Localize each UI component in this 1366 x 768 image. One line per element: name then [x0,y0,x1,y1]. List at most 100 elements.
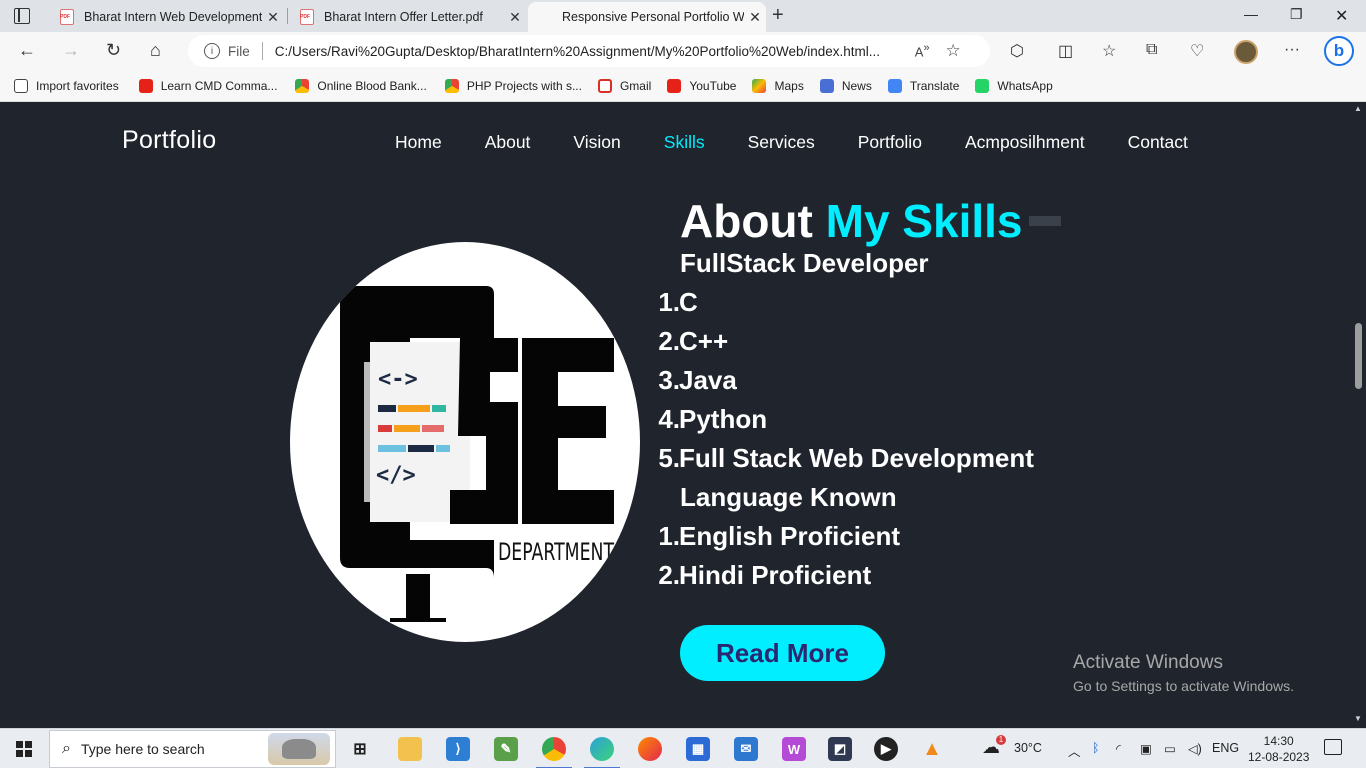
nav-services[interactable]: Services [748,132,815,153]
read-more-button[interactable]: Read More [680,625,885,681]
volume-icon[interactable]: ◁) [1188,741,1202,756]
firefox-icon[interactable] [638,737,662,761]
close-window-icon[interactable]: ✕ [1335,6,1348,26]
address-bar[interactable]: i File C:/Users/Ravi%20Gupta/Desktop/Bha… [188,35,990,67]
drive-icon [295,78,310,93]
page-scrollbar[interactable] [1352,102,1366,728]
collections-icon[interactable]: ⧉ [1146,41,1157,59]
clock-date: 12-08-2023 [1248,750,1310,764]
nav-skills[interactable]: Skills [664,132,705,153]
site-logo[interactable]: Portfolio [122,126,216,155]
split-screen-icon[interactable]: ◫ [1058,41,1073,61]
url-text[interactable]: C:/Users/Ravi%20Gupta/Desktop/BharatInte… [275,44,907,59]
profile-avatar[interactable] [1234,40,1258,64]
nav-vision[interactable]: Vision [573,132,620,153]
scroll-down-icon[interactable]: ▼ [1354,714,1362,723]
favorite-import[interactable]: Import favorites [14,78,119,93]
favorite-label: Translate [909,78,960,93]
code-bottom-text: </> [376,463,416,488]
favorite-whatsapp[interactable]: WhatsApp [975,78,1053,93]
file-explorer-icon[interactable] [398,737,422,761]
favorite-learn-cmd[interactable]: Learn CMD Comma... [138,78,278,93]
favorites-icon[interactable]: ☆ [1102,41,1116,61]
home-icon[interactable]: ⌂ [150,40,161,61]
system-clock[interactable]: 14:30 12-08-2023 [1248,733,1309,765]
forward-icon[interactable]: → [62,40,80,61]
favorite-gmail[interactable]: Gmail [597,78,651,93]
close-icon[interactable]: ✕ [262,9,284,26]
store-icon[interactable]: ▦ [686,737,710,761]
list-number: 3. [658,365,680,395]
extensions-icon[interactable]: ⬡ [1010,41,1024,61]
nav-home[interactable]: Home [395,132,442,153]
clock-time: 14:30 [1263,734,1294,748]
tab-actions-icon[interactable] [14,8,30,24]
notifications-icon[interactable] [1324,739,1342,755]
heading-main: About [680,195,813,247]
weather-badge: 1 [996,735,1006,745]
close-icon[interactable]: ✕ [504,9,526,26]
import-icon [14,78,28,93]
refresh-icon[interactable]: ↻ [106,40,121,61]
wps-icon[interactable]: W [782,737,806,761]
back-icon[interactable]: ← [18,40,36,61]
read-aloud-icon[interactable]: A» [915,42,930,59]
favorite-blood-bank[interactable]: Online Blood Bank... [295,78,427,93]
restore-icon[interactable]: ❐ [1290,6,1303,23]
tab-offer-letter[interactable]: Bharat Intern Offer Letter.pdf ✕ [290,2,526,32]
gmail-icon [597,78,612,93]
edge-icon[interactable] [584,737,620,768]
close-icon[interactable]: ✕ [744,9,766,26]
favorite-news[interactable]: News [819,78,872,93]
nav-portfolio[interactable]: Portfolio [858,132,922,153]
favorite-star-icon[interactable]: ☆ [945,41,960,61]
tab-bharat-intern-web[interactable]: Bharat Intern Web Development ✕ [50,2,284,32]
chrome-icon[interactable] [536,737,572,768]
vlc-icon[interactable]: ▲ [920,737,944,761]
heading-highlight: My Skills [825,195,1023,247]
watermark-title: Activate Windows [1073,652,1223,673]
nav-about[interactable]: About [485,132,531,153]
scroll-up-icon[interactable]: ▲ [1354,104,1362,113]
tab-portfolio[interactable]: Responsive Personal Portfolio We ✕ [528,2,766,127]
performance-icon[interactable]: ♡ [1190,41,1204,61]
skills-image: <-> </> DEPARTMENT [290,242,640,642]
tab-title: Responsive Personal Portfolio We [562,10,744,24]
bing-chat-icon[interactable]: b [1324,36,1354,66]
favorite-youtube[interactable]: YouTube [667,78,736,93]
temperature-text[interactable]: 30°C [1014,741,1042,755]
netbeans-icon[interactable]: ◩ [828,737,852,761]
meet-now-icon[interactable]: ▣ [1140,741,1152,756]
favorite-maps[interactable]: Maps [752,78,804,93]
favorites-bar: Import favorites Learn CMD Comma... Onli… [0,70,1366,102]
language-indicator[interactable]: ENG [1212,741,1239,755]
list-item: 1. English Proficient [650,521,900,552]
bluetooth-icon[interactable]: ᛒ [1092,741,1100,755]
vscode-icon[interactable]: ⟩ [446,737,470,761]
nav-contact[interactable]: Contact [1128,132,1188,153]
windows-start-icon[interactable] [16,741,32,757]
favorite-php-projects[interactable]: PHP Projects with s... [444,78,582,93]
info-icon[interactable]: i [204,43,220,59]
list-number: 4. [658,404,680,434]
media-player-icon[interactable]: ▶ [874,737,898,761]
wifi-icon[interactable]: ◜ [1116,741,1121,756]
more-options-icon[interactable]: ··· [1284,41,1300,59]
taskbar: ⌕ Type here to search ⊞ ⟩ ✎ ▦ ✉ W ◩ ▶ ▲ … [0,728,1366,768]
list-text: Python [679,404,768,434]
favorite-label: Learn CMD Comma... [160,78,278,93]
list-item: 2. Hindi Proficient [650,560,871,591]
notepad-icon[interactable]: ✎ [494,737,518,761]
translate-icon [887,78,902,93]
drive-icon [444,78,459,93]
mail-icon[interactable]: ✉ [734,737,758,761]
scrollbar-thumb[interactable] [1355,323,1362,389]
task-view-icon[interactable]: ⊞ [348,737,372,761]
list-item: 2. C++ [650,326,728,357]
show-hidden-icons-icon[interactable]: ︿ [1068,741,1081,760]
minimize-icon[interactable]: — [1244,6,1258,22]
new-tab-icon[interactable]: + [772,4,784,27]
battery-icon[interactable]: ▭ [1164,741,1176,756]
favorite-translate[interactable]: Translate [887,78,960,93]
nav-accomplishment[interactable]: Acmposilhment [965,132,1085,153]
